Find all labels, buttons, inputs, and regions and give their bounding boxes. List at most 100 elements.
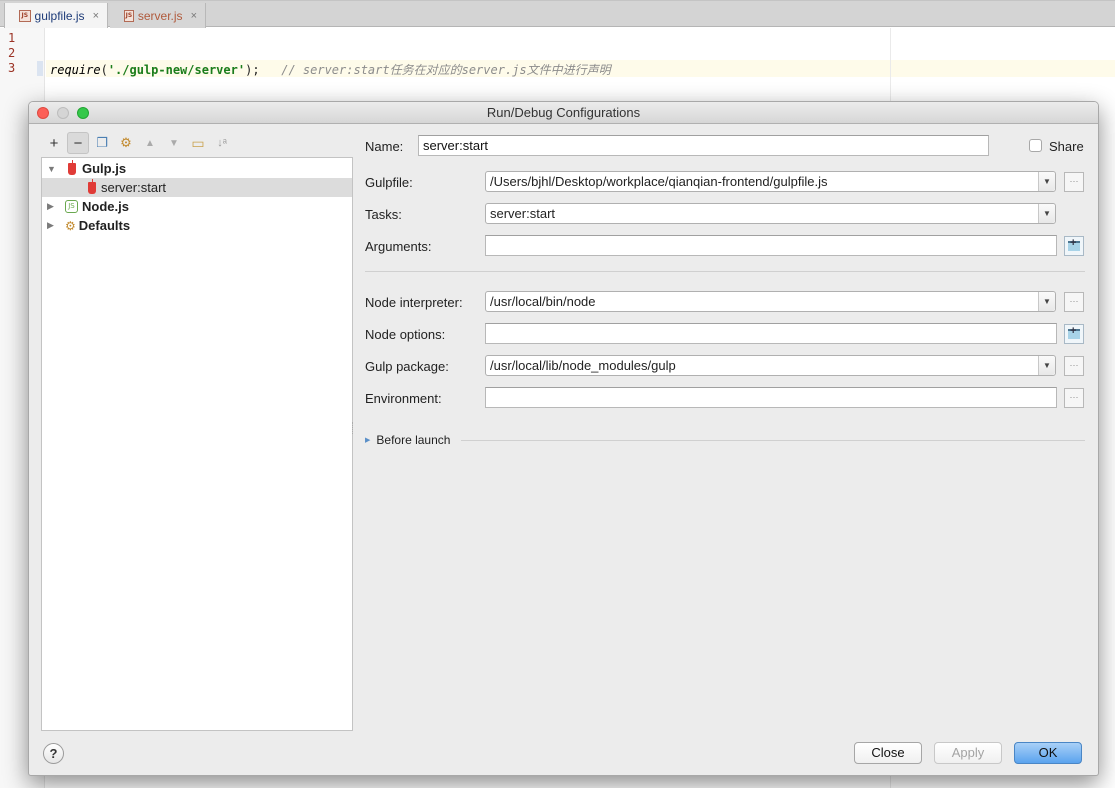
folder-button[interactable]: ▭ bbox=[187, 132, 209, 154]
arguments-input[interactable] bbox=[485, 235, 1057, 256]
dropdown-arrow-icon[interactable]: ▼ bbox=[1038, 204, 1055, 223]
tree-item-defaults[interactable]: ▶ ⚙ Defaults bbox=[42, 216, 352, 235]
tree-item-label: Defaults bbox=[78, 218, 131, 233]
code-paren: ); bbox=[245, 63, 260, 77]
tree-item-label: Node.js bbox=[82, 199, 129, 214]
browse-gulpfile-button[interactable]: ··· bbox=[1064, 172, 1084, 192]
browse-gulp-package-button[interactable]: ··· bbox=[1064, 356, 1084, 376]
dropdown-arrow-icon[interactable]: ▼ bbox=[1038, 292, 1055, 311]
expand-arguments-button[interactable] bbox=[1064, 236, 1084, 256]
tree-item-server-start[interactable]: server:start bbox=[42, 178, 352, 197]
expand-field-icon bbox=[1068, 325, 1080, 339]
share-checkbox[interactable] bbox=[1029, 139, 1042, 152]
tree-item-label: Gulp.js bbox=[82, 161, 127, 176]
close-button[interactable]: Close bbox=[854, 742, 922, 764]
arrow-up-icon: ▲ bbox=[145, 137, 155, 149]
help-button[interactable]: ? bbox=[43, 743, 64, 764]
ok-button[interactable]: OK bbox=[1014, 742, 1082, 764]
share-label[interactable]: Share bbox=[1049, 139, 1084, 154]
tasks-combo[interactable]: server:start ▼ bbox=[485, 203, 1056, 224]
tree-item-label: server:start bbox=[101, 180, 167, 195]
run-debug-configurations-dialog: Run/Debug Configurations + − ❐ ⚙ ▲ ▼ ▭ ↓… bbox=[28, 101, 1099, 776]
js-file-icon: JS bbox=[124, 9, 134, 22]
dialog-title: Run/Debug Configurations bbox=[486, 105, 641, 120]
window-zoom-button[interactable] bbox=[77, 107, 89, 119]
plus-icon: + bbox=[49, 134, 59, 152]
copy-icon: ❐ bbox=[96, 135, 108, 150]
folder-icon: ▭ bbox=[191, 134, 205, 151]
js-file-icon: JS bbox=[19, 9, 31, 22]
before-launch-divider bbox=[461, 440, 1085, 441]
config-toolbar: + − ❐ ⚙ ▲ ▼ ▭ ↓ᵃ bbox=[43, 132, 233, 154]
move-down-button[interactable]: ▼ bbox=[163, 132, 185, 154]
arrow-down-icon: ▼ bbox=[169, 137, 179, 149]
line-number: 3 bbox=[8, 61, 16, 75]
dropdown-arrow-icon[interactable]: ▼ bbox=[1038, 356, 1055, 375]
expand-arrow-icon: ▶ bbox=[365, 437, 371, 444]
expanded-arrow-icon[interactable]: ▼ bbox=[47, 164, 56, 174]
name-label: Name: bbox=[365, 139, 404, 154]
environment-input[interactable] bbox=[485, 387, 1057, 408]
node-interpreter-label: Node interpreter: bbox=[365, 295, 463, 310]
form-separator bbox=[365, 271, 1085, 272]
node-options-input[interactable] bbox=[485, 323, 1057, 344]
code-string: './gulp-new/server' bbox=[107, 63, 246, 77]
tab-server-js[interactable]: JS server.js × bbox=[110, 3, 206, 28]
tab-label: server.js bbox=[137, 8, 183, 23]
code-comment: // server:start任务在对应的server.js文件中进行声明 bbox=[281, 63, 611, 77]
name-input[interactable]: server:start bbox=[418, 135, 989, 156]
sort-button[interactable]: ↓ᵃ bbox=[211, 132, 233, 154]
pane-splitter[interactable] bbox=[352, 422, 356, 434]
wrench-icon: ⚙ bbox=[120, 135, 132, 150]
collapsed-arrow-icon[interactable]: ▶ bbox=[47, 220, 54, 231]
caret-row-marker bbox=[37, 61, 43, 76]
sort-alpha-icon: ↓ᵃ bbox=[217, 137, 227, 149]
gulpfile-label: Gulpfile: bbox=[365, 175, 413, 190]
editor-tab-bar: JS gulpfile.js × JS server.js × bbox=[0, 0, 1115, 28]
tree-item-nodejs[interactable]: ▶ JS Node.js bbox=[42, 197, 352, 216]
gulpfile-value: /Users/bjhl/Desktop/workplace/qianqian-f… bbox=[490, 174, 828, 189]
config-tree[interactable]: ▼ Gulp.js server:start ▶ JS Node.js ▶ ⚙ … bbox=[41, 157, 353, 731]
gulp-icon bbox=[88, 178, 96, 194]
apply-button[interactable]: Apply bbox=[934, 742, 1002, 764]
copy-config-button[interactable]: ❐ bbox=[91, 132, 113, 154]
add-config-button[interactable]: + bbox=[43, 132, 65, 154]
move-up-button[interactable]: ▲ bbox=[139, 132, 161, 154]
arguments-label: Arguments: bbox=[365, 239, 432, 254]
window-close-button[interactable] bbox=[37, 107, 49, 119]
expand-field-icon bbox=[1068, 237, 1080, 251]
collapsed-arrow-icon[interactable]: ▶ bbox=[47, 201, 54, 212]
expand-node-options-button[interactable] bbox=[1064, 324, 1084, 344]
code-paren: ( bbox=[100, 63, 108, 77]
dropdown-arrow-icon[interactable]: ▼ bbox=[1038, 172, 1055, 191]
tab-gulpfile-js[interactable]: JS gulpfile.js × bbox=[4, 3, 108, 28]
dialog-titlebar[interactable]: Run/Debug Configurations bbox=[29, 102, 1098, 124]
tree-item-gulpjs[interactable]: ▼ Gulp.js bbox=[42, 159, 352, 178]
gulp-package-value: /usr/local/lib/node_modules/gulp bbox=[490, 358, 676, 373]
window-minimize-button[interactable] bbox=[57, 107, 69, 119]
gulp-package-label: Gulp package: bbox=[365, 359, 449, 374]
node-interpreter-value: /usr/local/bin/node bbox=[490, 294, 596, 309]
gulpfile-combo[interactable]: /Users/bjhl/Desktop/workplace/qianqian-f… bbox=[485, 171, 1056, 192]
edit-defaults-button[interactable]: ⚙ bbox=[115, 132, 137, 154]
before-launch-toggle[interactable]: ▶ Before launch bbox=[365, 433, 450, 447]
before-launch-label: Before launch bbox=[376, 433, 451, 447]
nodejs-icon: JS bbox=[65, 200, 78, 213]
close-icon[interactable]: × bbox=[191, 10, 197, 22]
node-options-label: Node options: bbox=[365, 327, 446, 342]
line-number: 1 bbox=[8, 31, 16, 45]
tasks-label: Tasks: bbox=[365, 207, 402, 222]
edit-environment-button[interactable]: ··· bbox=[1064, 388, 1084, 408]
code-line: require('./gulp-new/server'); // server:… bbox=[50, 61, 611, 78]
environment-label: Environment: bbox=[365, 391, 442, 406]
minus-icon: − bbox=[73, 134, 83, 152]
close-icon[interactable]: × bbox=[93, 10, 99, 22]
wrench-icon: ⚙ bbox=[65, 218, 76, 233]
gulp-package-combo[interactable]: /usr/local/lib/node_modules/gulp ▼ bbox=[485, 355, 1056, 376]
tab-label: gulpfile.js bbox=[34, 8, 85, 23]
node-interpreter-combo[interactable]: /usr/local/bin/node ▼ bbox=[485, 291, 1056, 312]
tasks-value: server:start bbox=[490, 206, 556, 221]
code-function: require bbox=[50, 63, 101, 77]
remove-config-button[interactable]: − bbox=[67, 132, 89, 154]
browse-node-interpreter-button[interactable]: ··· bbox=[1064, 292, 1084, 312]
